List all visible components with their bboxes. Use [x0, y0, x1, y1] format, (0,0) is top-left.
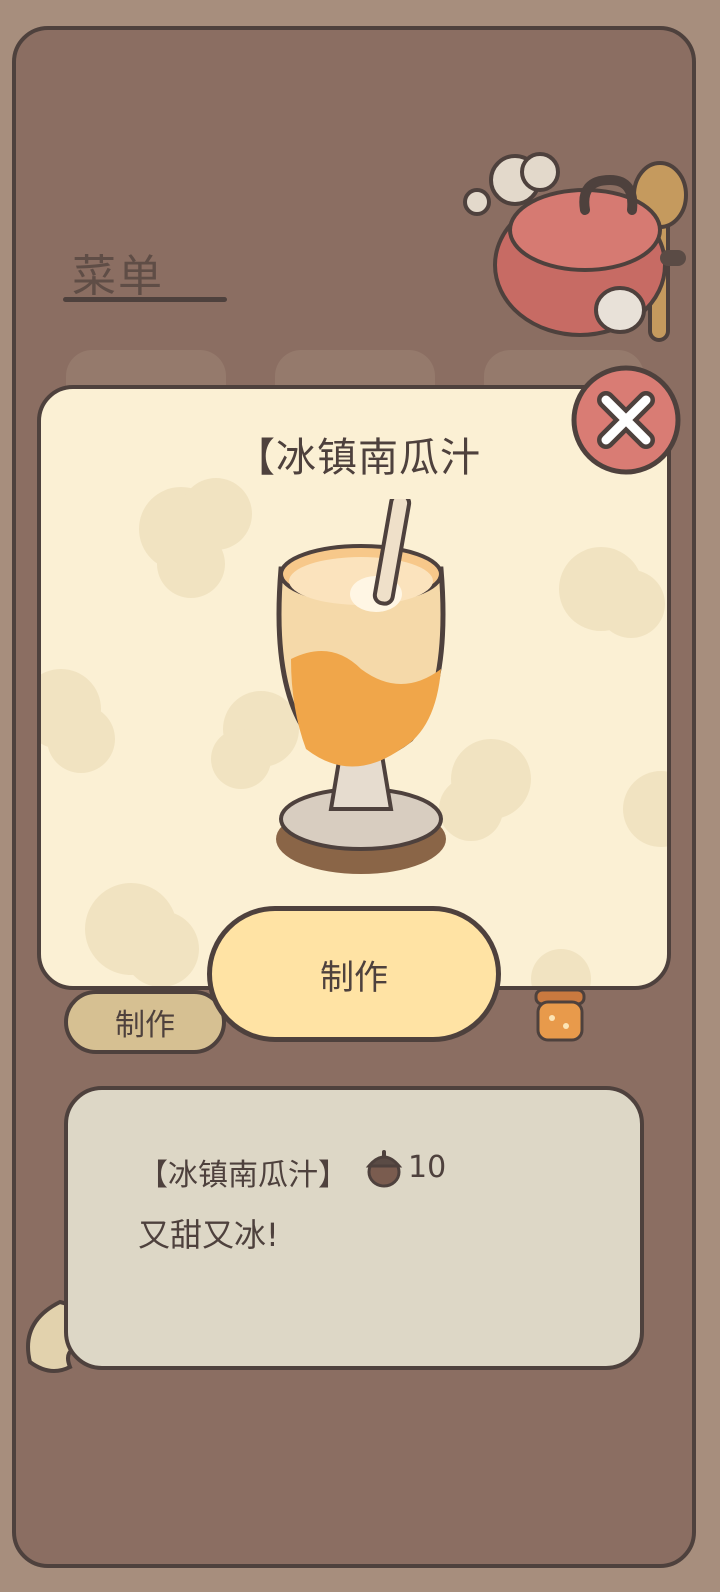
make-button[interactable]: 制作	[207, 906, 501, 1042]
recipe-name: 【冰镇南瓜汁】	[138, 1158, 348, 1193]
list-make-button[interactable]: 制作	[64, 990, 226, 1054]
spice-jar-icon	[534, 988, 586, 1042]
recipe-description: 又甜又冰!	[138, 1216, 279, 1254]
acorn-icon	[365, 1150, 403, 1188]
menu-title-underline	[63, 297, 227, 302]
cooking-pot-icon	[463, 152, 688, 342]
pumpkin-juice-icon	[276, 499, 446, 874]
close-icon[interactable]	[570, 364, 682, 476]
menu-title: 菜单	[72, 251, 164, 302]
recipe-price: 10	[408, 1150, 447, 1185]
recipe-info-panel: 【冰镇南瓜汁】 10 又甜又冰!	[64, 1086, 644, 1370]
